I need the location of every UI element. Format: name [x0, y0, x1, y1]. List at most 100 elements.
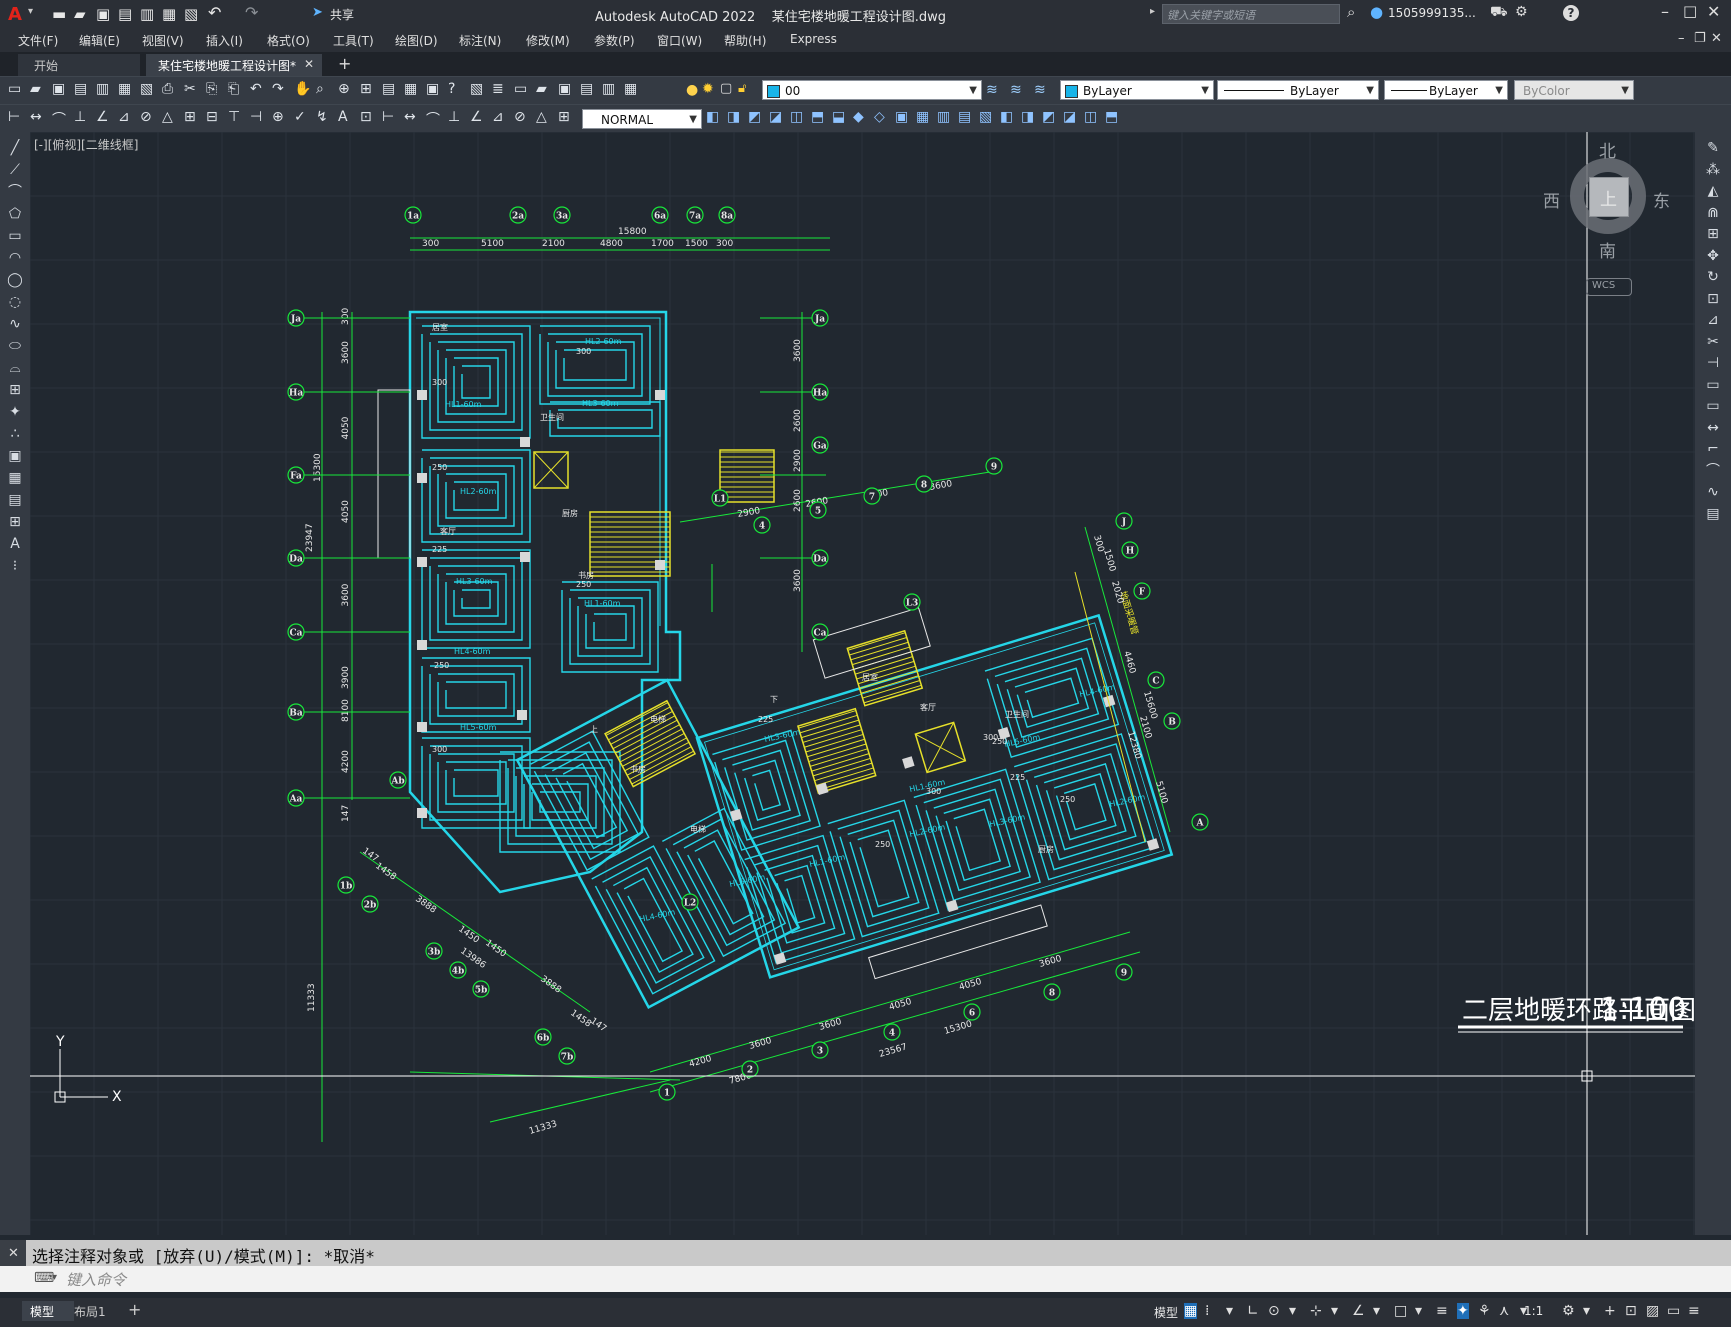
standard-tool-6-icon[interactable]: ▦: [118, 81, 131, 97]
modify-tool-9-icon[interactable]: ◇: [874, 109, 885, 125]
modify-tool-10-icon[interactable]: ▣: [895, 109, 908, 125]
modify-tool-right-1-icon[interactable]: ✎: [1704, 140, 1722, 156]
standard-tool-15-icon[interactable]: ⌕: [316, 81, 324, 97]
standard-tool-3-icon[interactable]: ▣: [52, 81, 65, 97]
standard-tool-10-icon[interactable]: ⎘: [206, 81, 217, 97]
cart-icon[interactable]: ⛟: [1490, 4, 1508, 22]
menu-insert[interactable]: 插入(I): [206, 32, 243, 49]
command-input-bar[interactable]: ⌨ ▾ 键入命令: [0, 1266, 1731, 1292]
standard-tool-22-icon[interactable]: ▧: [470, 81, 483, 97]
maximize-icon[interactable]: □: [1683, 2, 1697, 20]
dimension-tool-21-icon[interactable]: ⊥: [448, 109, 460, 125]
modify-tool-14-icon[interactable]: ▧: [979, 109, 992, 125]
open-icon[interactable]: ▰: [74, 5, 86, 23]
modify-tool-19-icon[interactable]: ◫: [1084, 109, 1097, 125]
tab-model[interactable]: 模型: [22, 1301, 74, 1321]
modify-tool-18-icon[interactable]: ◪: [1063, 109, 1076, 125]
dimension-tool-6-icon[interactable]: ⊿: [118, 109, 130, 125]
draw-tool-4-icon[interactable]: ⬠: [6, 206, 24, 222]
draw-tool-12-icon[interactable]: ⊞: [6, 382, 24, 398]
draw-tool-18-icon[interactable]: ⊞: [6, 514, 24, 530]
new-tab-plus-icon[interactable]: +: [338, 54, 351, 73]
menu-format[interactable]: 格式(O): [267, 32, 310, 49]
modify-tool-right-11-icon[interactable]: ⊣: [1704, 355, 1722, 371]
draw-tool-19-icon[interactable]: A: [6, 536, 24, 552]
modify-tool-13-icon[interactable]: ▤: [958, 109, 971, 125]
menu-express[interactable]: Express: [790, 32, 837, 46]
layer-lock-icon[interactable]: 🔓︎: [738, 81, 746, 96]
save-web-icon[interactable]: ▦: [162, 5, 176, 23]
draw-tool-3-icon[interactable]: ⌒: [6, 184, 24, 200]
draw-tool-9-icon[interactable]: ∿: [6, 316, 24, 332]
modify-tool-right-3-icon[interactable]: ◭: [1704, 183, 1722, 199]
standard-tool-28-icon[interactable]: ▥: [602, 81, 615, 97]
standard-tool-1-icon[interactable]: ▭: [8, 81, 21, 97]
dimension-tool-15-icon[interactable]: ↯: [316, 109, 328, 125]
standard-tool-13-icon[interactable]: ↷: [272, 81, 284, 97]
model-space-button[interactable]: 模型: [1154, 1304, 1178, 1321]
status-toggle-16-icon[interactable]: ⋏: [1499, 1303, 1509, 1319]
standard-tool-21-icon[interactable]: ?: [448, 81, 455, 97]
standard-tool-5-icon[interactable]: ▥: [96, 81, 109, 97]
minimize-icon[interactable]: –: [1661, 2, 1669, 21]
dimension-tool-2-icon[interactable]: ↔: [30, 109, 42, 125]
dimension-tool-16-icon[interactable]: A: [338, 109, 348, 125]
layer-freeze-icon[interactable]: ✹: [702, 81, 714, 97]
modify-tool-4-icon[interactable]: ◪: [769, 109, 782, 125]
modify-tool-right-2-icon[interactable]: ⁂: [1704, 162, 1722, 178]
tab-close-icon[interactable]: ✕: [304, 57, 314, 71]
dimension-tool-23-icon[interactable]: ⊿: [492, 109, 504, 125]
menu-help[interactable]: 帮助(H): [724, 32, 766, 49]
draw-tool-13-icon[interactable]: ✦: [6, 404, 24, 420]
menu-dimension[interactable]: 标注(N): [459, 32, 501, 49]
add-layout-plus-icon[interactable]: +: [128, 1300, 141, 1319]
modify-tool-8-icon[interactable]: ◆: [853, 109, 864, 125]
modify-tool-1-icon[interactable]: ◧: [706, 109, 719, 125]
status-toggle-13-icon[interactable]: ≡: [1436, 1303, 1448, 1319]
linetype-dropdown[interactable]: ByLayer ▼: [1217, 80, 1379, 100]
modify-tool-right-7-icon[interactable]: ↻: [1704, 269, 1722, 285]
app-logo[interactable]: A: [8, 4, 22, 25]
text-style-dropdown[interactable]: NORMAL ▼: [582, 109, 702, 129]
modify-tool-16-icon[interactable]: ◨: [1021, 109, 1034, 125]
doc-minimize-icon[interactable]: –: [1678, 31, 1685, 46]
new-icon[interactable]: ▬: [52, 5, 66, 23]
dimension-tool-11-icon[interactable]: ⊤: [228, 109, 240, 125]
layer-viewport-icon[interactable]: ▢: [720, 81, 732, 96]
status-toggle-19-icon[interactable]: ⚙: [1562, 1303, 1575, 1319]
status-toggle-22-icon[interactable]: ⊡: [1625, 1303, 1637, 1319]
doc-restore-icon[interactable]: ❐: [1694, 31, 1706, 46]
menu-edit[interactable]: 编辑(E): [79, 32, 120, 49]
status-toggle-3-icon[interactable]: ▾: [1226, 1303, 1233, 1319]
standard-tool-14-icon[interactable]: ✋: [294, 81, 311, 97]
standard-tool-8-icon[interactable]: ⎙: [162, 81, 173, 97]
viewcube-south[interactable]: 南: [1599, 237, 1616, 262]
color-dropdown[interactable]: ByLayer ▼: [1060, 80, 1214, 100]
modify-tool-15-icon[interactable]: ◧: [1000, 109, 1013, 125]
modify-tool-20-icon[interactable]: ⬒: [1105, 109, 1118, 125]
modify-tool-3-icon[interactable]: ◩: [748, 109, 761, 125]
viewcube-north[interactable]: 北: [1599, 137, 1616, 162]
modify-tool-12-icon[interactable]: ▥: [937, 109, 950, 125]
standard-tool-20-icon[interactable]: ▣: [426, 81, 439, 97]
save-icon[interactable]: ▣: [96, 5, 110, 23]
menu-window[interactable]: 窗口(W): [657, 32, 702, 49]
undo-icon[interactable]: ↶: [208, 3, 221, 22]
modify-tool-right-14-icon[interactable]: ↔: [1704, 420, 1722, 436]
modify-tool-right-10-icon[interactable]: ✂: [1704, 334, 1722, 350]
status-toggle-12-icon[interactable]: ▾: [1415, 1303, 1422, 1319]
tab-start[interactable]: 开始: [18, 54, 140, 76]
search-icon[interactable]: ⌕: [1347, 3, 1355, 21]
draw-tool-6-icon[interactable]: ◠: [6, 250, 24, 266]
standard-tool-9-icon[interactable]: ✂: [184, 81, 196, 97]
draw-tool-8-icon[interactable]: ◌: [6, 294, 24, 310]
open-web-icon[interactable]: ▥: [140, 5, 154, 23]
status-toggle-2-icon[interactable]: ⁞: [1205, 1303, 1209, 1319]
menu-tools[interactable]: 工具(T): [333, 32, 374, 49]
dimension-tool-25-icon[interactable]: △: [536, 109, 547, 125]
draw-tool-2-icon[interactable]: ⟋: [6, 162, 24, 178]
draw-tool-11-icon[interactable]: ⌓: [6, 360, 24, 376]
modify-tool-6-icon[interactable]: ⬒: [811, 109, 824, 125]
dimension-tool-8-icon[interactable]: △: [162, 109, 173, 125]
status-toggle-5-icon[interactable]: ⊙: [1268, 1303, 1280, 1319]
